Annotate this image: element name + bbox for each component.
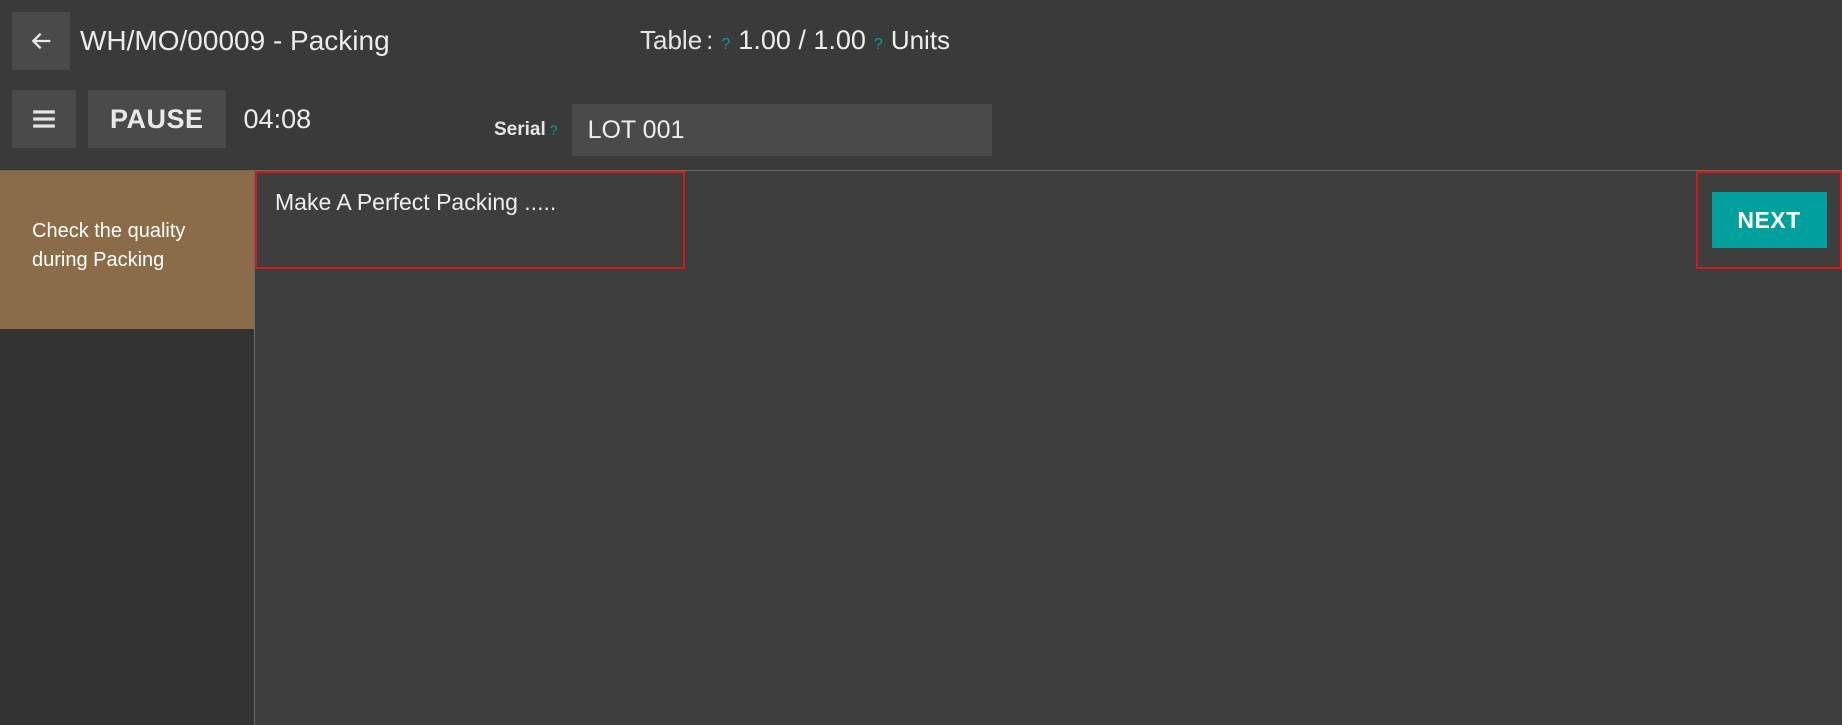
summary-quantity: 1.00 / 1.00	[738, 25, 866, 56]
summary-colon: :	[706, 25, 713, 56]
summary-product-label: Table	[640, 25, 702, 56]
timer-display: 04:08	[244, 104, 312, 135]
instruction-note: Make A Perfect Packing .....	[255, 171, 685, 269]
sidebar-step-label: Check the quality during Packing	[32, 220, 185, 271]
serial-label: Serial	[494, 119, 546, 141]
serial-input[interactable]	[572, 104, 992, 156]
body-area: Check the quality during Packing Make A …	[0, 170, 1842, 725]
help-icon[interactable]: ?	[874, 36, 883, 54]
page-title: WH/MO/00009 - Packing	[80, 25, 390, 57]
hamburger-icon	[29, 106, 59, 132]
product-summary: Table: ? 1.00 / 1.00 ? Units	[640, 25, 950, 56]
help-icon[interactable]: ?	[550, 122, 558, 138]
menu-button[interactable]	[12, 90, 76, 148]
arrow-left-icon	[27, 27, 55, 55]
sidebar-step-active[interactable]: Check the quality during Packing	[0, 171, 254, 329]
serial-field-wrap: Serial?	[494, 104, 992, 156]
next-button[interactable]: NEXT	[1712, 192, 1827, 248]
instruction-text: Make A Perfect Packing .....	[275, 189, 556, 215]
back-button[interactable]	[12, 12, 70, 70]
pause-button[interactable]: PAUSE	[88, 90, 226, 148]
next-highlight-box: NEXT	[1696, 171, 1842, 269]
main-area: Make A Perfect Packing ..... NEXT	[254, 171, 1842, 725]
sidebar-empty	[0, 329, 254, 725]
help-icon[interactable]: ?	[721, 36, 730, 54]
summary-unit: Units	[891, 25, 950, 56]
